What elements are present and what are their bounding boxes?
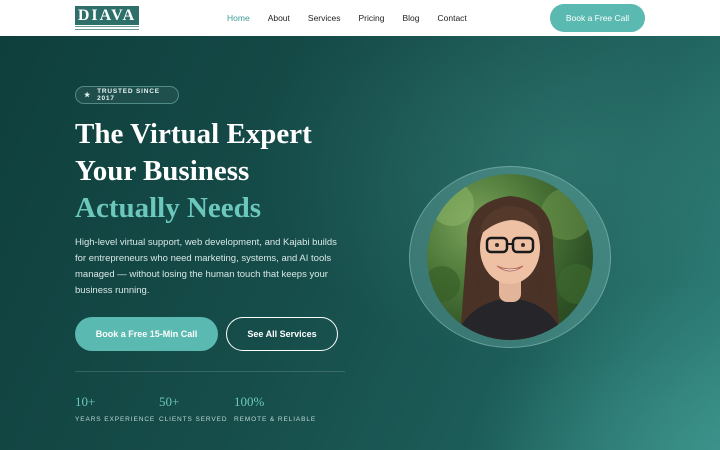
stat-value: 50+ bbox=[159, 394, 180, 409]
portrait-illustration bbox=[427, 182, 593, 340]
logo-wordmark: DIAVA bbox=[75, 6, 139, 25]
see-all-services-button[interactable]: See All Services bbox=[226, 317, 338, 351]
stat-years: 10+ YEARS EXPERIENCE bbox=[75, 394, 155, 423]
book-15-min-call-button[interactable]: Book a Free 15-Min Call bbox=[75, 317, 218, 351]
headline-accent: Actually Needs bbox=[75, 192, 262, 224]
nav-contact[interactable]: Contact bbox=[438, 13, 467, 23]
nav-home[interactable]: Home bbox=[227, 13, 250, 23]
headline-line-2: Your Business bbox=[75, 155, 250, 187]
stat-clients: 50+ CLIENTS SERVED bbox=[159, 394, 227, 423]
stat-value: 10+ bbox=[75, 394, 96, 409]
hero-headline: The Virtual Expert Your Business Actuall… bbox=[75, 116, 375, 227]
founder-portrait bbox=[427, 174, 593, 340]
trusted-badge: ★ TRUSTED SINCE 2017 bbox=[75, 86, 179, 104]
stat-remote: 100% REMOTE & RELIABLE bbox=[234, 394, 316, 423]
logo-tagline-bar bbox=[75, 26, 139, 30]
book-free-call-button[interactable]: Book a Free Call bbox=[550, 4, 645, 32]
logo[interactable]: DIAVA bbox=[75, 6, 139, 30]
badge-label: TRUSTED SINCE 2017 bbox=[97, 88, 160, 102]
stat-label: CLIENTS SERVED bbox=[159, 416, 228, 423]
main-nav: Home About Services Pricing Blog Contact bbox=[227, 0, 485, 36]
stat-label: YEARS EXPERIENCE bbox=[75, 416, 156, 423]
nav-blog[interactable]: Blog bbox=[402, 13, 419, 23]
stat-label: REMOTE & RELIABLE bbox=[234, 416, 317, 423]
nav-about[interactable]: About bbox=[268, 13, 290, 23]
stat-value: 100% bbox=[234, 394, 265, 409]
headline-line-1: The Virtual Expert bbox=[75, 118, 312, 150]
hero-section: ★ TRUSTED SINCE 2017 The Virtual Expert … bbox=[0, 36, 720, 450]
nav-pricing[interactable]: Pricing bbox=[359, 13, 385, 23]
hero-description: High-level virtual support, web developm… bbox=[75, 237, 337, 296]
stats-divider bbox=[75, 371, 345, 372]
star-icon: ★ bbox=[84, 92, 92, 99]
site-header: DIAVA Home About Services Pricing Blog C… bbox=[0, 0, 720, 36]
nav-services[interactable]: Services bbox=[308, 13, 341, 23]
